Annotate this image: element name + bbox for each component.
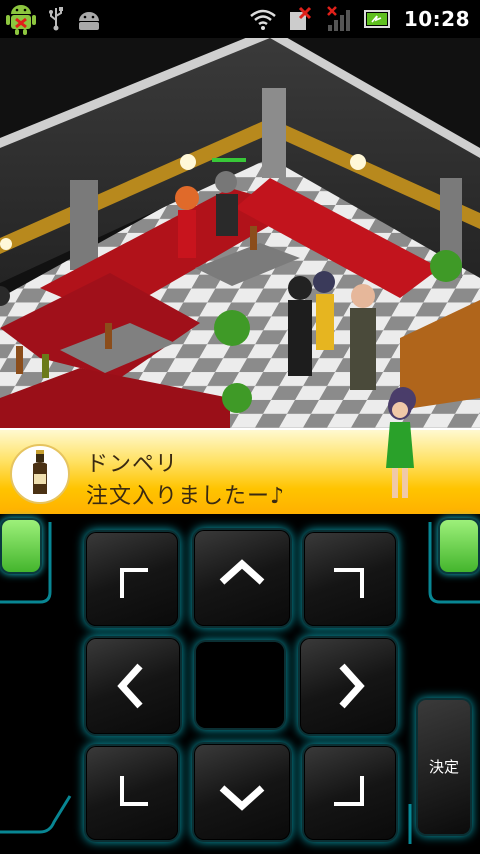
order-notification: ドンペリ 注文入りましたー♪	[0, 392, 480, 516]
decide-button[interactable]: 決定	[418, 700, 470, 834]
arrow-left-icon	[117, 663, 143, 709]
arrow-right-icon	[339, 663, 365, 709]
hostess-character	[386, 392, 414, 498]
signal-icon	[326, 6, 350, 31]
dpad-center-button[interactable]	[196, 642, 284, 728]
ordered-item-name: ドンペリ	[86, 452, 179, 477]
arrow-down-right-icon	[334, 776, 364, 806]
dpad-down-right-button[interactable]	[304, 746, 396, 840]
left-shoulder-button[interactable]	[2, 520, 40, 572]
game-scene[interactable]	[0, 38, 480, 430]
android-debug-icon	[79, 12, 99, 30]
arrow-up-icon	[219, 559, 265, 585]
wifi-icon	[250, 9, 276, 30]
club-floor-illustration	[0, 38, 480, 430]
order-message: 注文入りましたー♪	[86, 484, 286, 509]
arrow-down-left-icon	[120, 776, 148, 806]
usb-icon	[49, 7, 63, 31]
status-clock: 10:28	[403, 7, 470, 31]
arrow-up-left-icon	[120, 568, 148, 598]
decide-button-label: 決定	[428, 758, 459, 776]
arrow-up-right-icon	[334, 568, 364, 598]
battery-icon	[363, 10, 390, 28]
dpad-up-right-button[interactable]	[304, 532, 396, 626]
sim-error-icon	[289, 6, 311, 30]
champagne-bottle-icon	[10, 444, 70, 504]
android-robot-icon	[6, 5, 36, 35]
dpad-up-left-button[interactable]	[86, 532, 178, 626]
dpad-right-button[interactable]	[300, 638, 396, 734]
right-shoulder-button[interactable]	[440, 520, 478, 572]
dpad-up-button[interactable]	[194, 530, 290, 626]
dpad-left-button[interactable]	[86, 638, 180, 734]
dpad-down-button[interactable]	[194, 744, 290, 840]
dpad-down-left-button[interactable]	[86, 746, 178, 840]
arrow-down-icon	[219, 785, 265, 811]
status-bar: 10:28	[0, 0, 480, 38]
